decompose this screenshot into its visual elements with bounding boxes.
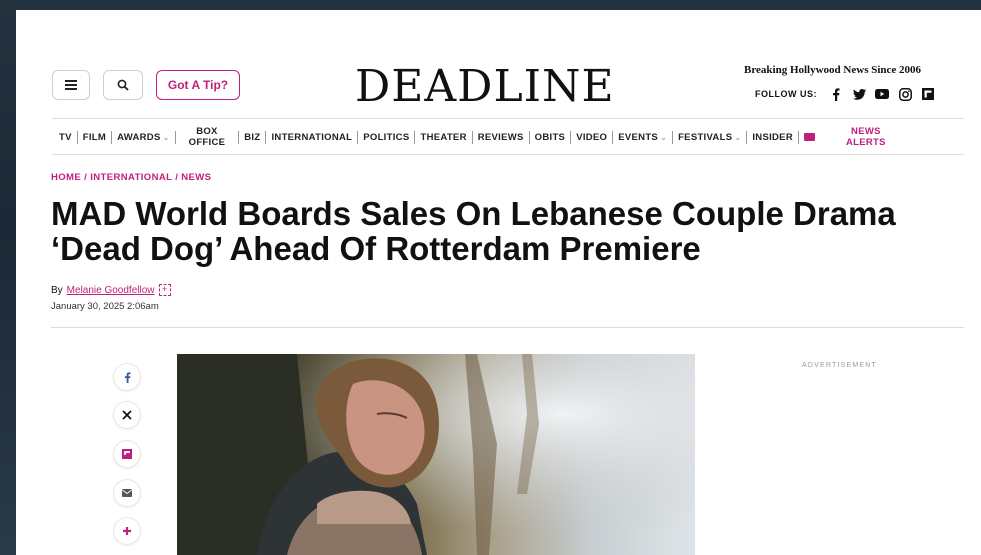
search-icon [117, 79, 129, 91]
article-headline: MAD World Boards Sales On Lebanese Coupl… [51, 195, 896, 267]
follow-author-icon[interactable]: + [158, 284, 171, 296]
nav-item-events-label: EVENTS [618, 131, 659, 143]
follow-us-label: FOLLOW US: [755, 89, 817, 99]
nav-item-theater[interactable]: THEATER [415, 132, 471, 143]
article-hero-image[interactable] [177, 354, 695, 555]
nav-item-awards-label: AWARDS [117, 131, 161, 143]
nav-item-news-alerts-line1: NEWS [851, 126, 881, 137]
byline-prefix: By [51, 284, 63, 296]
site-tagline: Breaking Hollywood News Since 2006 [744, 64, 922, 76]
share-email-button[interactable] [114, 480, 140, 506]
nav-item-reviews[interactable]: REVIEWS [473, 132, 529, 143]
nav-item-video[interactable]: VIDEO [571, 132, 612, 143]
menu-button[interactable] [52, 70, 90, 100]
nav-item-box-office[interactable]: BOX OFFICE [176, 126, 239, 148]
mail-icon [122, 489, 132, 497]
nav-item-news-alerts-line2: ALERTS [845, 137, 886, 148]
nav-bottom-rule [52, 154, 964, 155]
nav-item-box-office-line1: BOX [196, 126, 218, 137]
breadcrumb: HOME / INTERNATIONAL / NEWS [51, 172, 211, 183]
share-facebook-button[interactable] [114, 364, 140, 390]
nav-top-rule [52, 118, 964, 119]
nav-item-festivals[interactable]: FESTIVALS ⌄ [673, 132, 746, 143]
nav-item-obits[interactable]: OBITS [530, 132, 571, 143]
menu-icon [65, 80, 77, 90]
byline: By Melanie Goodfellow + [51, 284, 171, 296]
youtube-icon[interactable] [875, 87, 889, 101]
breadcrumb-home[interactable]: HOME [51, 172, 81, 183]
nav-item-tv[interactable]: TV [54, 132, 77, 143]
breadcrumb-news[interactable]: NEWS [181, 172, 211, 183]
share-flipboard-button[interactable] [114, 441, 140, 467]
site-logo[interactable]: DEADLINE [355, 60, 615, 114]
mail-icon [803, 133, 815, 141]
nav-item-film[interactable]: FILM [78, 132, 111, 143]
chevron-down-icon: ⌄ [660, 132, 668, 142]
search-button[interactable] [103, 70, 143, 100]
flipboard-icon[interactable] [921, 87, 935, 101]
got-a-tip-button[interactable]: Got A Tip? [156, 70, 240, 100]
nav-item-biz[interactable]: BIZ [239, 132, 265, 143]
advertisement-label: ADVERTISEMENT [802, 362, 877, 369]
plus-icon [123, 527, 131, 535]
instagram-icon[interactable] [898, 87, 912, 101]
nav-item-politics[interactable]: POLITICS [358, 132, 414, 143]
x-icon [122, 410, 132, 420]
nav-item-international[interactable]: INTERNATIONAL [266, 132, 357, 143]
nav-item-newsletter[interactable] [799, 133, 820, 141]
twitter-icon[interactable] [852, 87, 866, 101]
share-more-button[interactable] [114, 518, 140, 544]
nav-item-awards[interactable]: AWARDS ⌄ [112, 132, 175, 143]
nav-item-insider[interactable]: INSIDER [747, 132, 798, 143]
chevron-down-icon: ⌄ [162, 132, 170, 142]
main-nav: TV FILM AWARDS ⌄ BOX OFFICE BIZ INTERNAT… [54, 120, 891, 154]
author-link[interactable]: Melanie Goodfellow [67, 285, 155, 296]
share-x-button[interactable] [114, 402, 140, 428]
publish-date: January 30, 2025 2:06am [51, 301, 159, 312]
follow-us-bar: FOLLOW US: [755, 87, 935, 101]
nav-item-news-alerts[interactable]: NEWS ALERTS [820, 126, 891, 148]
facebook-icon[interactable] [829, 87, 843, 101]
nav-item-box-office-line2: OFFICE [188, 137, 226, 148]
hero-photo [177, 354, 695, 555]
header-divider [51, 327, 964, 328]
article-page: Got A Tip? DEADLINE Breaking Hollywood N… [16, 10, 981, 555]
nav-item-festivals-label: FESTIVALS [678, 131, 733, 143]
breadcrumb-international[interactable]: INTERNATIONAL [90, 172, 172, 183]
flipboard-icon [122, 449, 132, 459]
chevron-down-icon: ⌄ [734, 132, 742, 142]
nav-item-events[interactable]: EVENTS ⌄ [613, 132, 672, 143]
facebook-icon [124, 371, 130, 383]
